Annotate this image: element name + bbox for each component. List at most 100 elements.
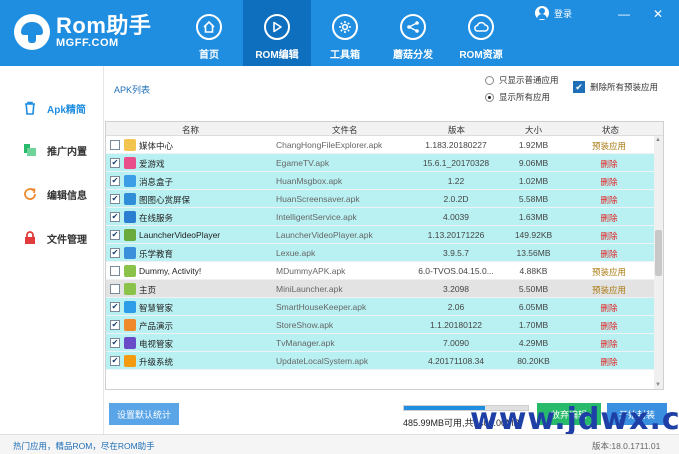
app-name: LauncherVideoPlayer — [139, 230, 221, 240]
table-row[interactable]: 电视管家 TvManager.apk 7.0090 4.29MB 删除 — [106, 334, 663, 352]
status[interactable]: 预装应用 — [584, 266, 634, 278]
row-checkbox[interactable] — [110, 356, 120, 366]
sidebar-item-apk-slim[interactable]: Apk精简 — [0, 94, 104, 122]
app-icon — [124, 283, 136, 295]
table-row[interactable]: 在线服务 IntelligentService.apk 4.0039 1.63MB 删除 — [106, 208, 663, 226]
nav-distribution[interactable]: 蘑菇分发 — [379, 0, 447, 66]
app-icon — [124, 265, 136, 277]
version: 2.0.2D — [443, 194, 469, 204]
status[interactable]: 删除 — [584, 212, 634, 224]
status[interactable]: 预装应用 — [584, 284, 634, 296]
status[interactable]: 删除 — [584, 248, 634, 260]
size: 1.63MB — [518, 212, 549, 222]
main-nav: 首页 ROM编辑 工具箱 蘑菇分发 ROM资源 — [175, 0, 515, 66]
version: 3.9.5.7 — [443, 248, 469, 258]
status[interactable]: 删除 — [584, 176, 634, 188]
header-file: 文件名 — [332, 125, 358, 135]
table-row[interactable]: 乐学教育 Lexue.apk 3.9.5.7 13.56MB 删除 — [106, 244, 663, 262]
status[interactable]: 删除 — [584, 158, 634, 170]
file-name: StoreShow.apk — [276, 320, 334, 330]
footer-slogan: 热门应用，精品ROM，尽在ROM助手 — [13, 441, 155, 451]
row-checkbox[interactable] — [110, 338, 120, 348]
row-checkbox[interactable] — [110, 284, 120, 294]
table-row[interactable]: 消息盒子 HuanMsgbox.apk 1.22 1.02MB 删除 — [106, 172, 663, 190]
radio-dot — [485, 75, 494, 85]
row-checkbox[interactable] — [110, 176, 120, 186]
table-row[interactable]: 爱游戏 EgameTV.apk 15.6.1_20170328 9.06MB 删除 — [106, 154, 663, 172]
row-checkbox[interactable] — [110, 212, 120, 222]
app-name: 主页 — [139, 285, 157, 295]
sidebar-item-label: 文件管理 — [47, 234, 87, 246]
size: 6.05MB — [518, 302, 549, 312]
nav-rom-resources[interactable]: ROM资源 — [447, 0, 515, 66]
table-row[interactable]: 图图心赏屏保 HuanScreensaver.apk 2.0.2D 5.58MB 删除 — [106, 190, 663, 208]
table-header: 名称 文件名 版本 大小 状态 — [106, 122, 663, 136]
user-icon — [535, 6, 549, 20]
table-row[interactable]: 智慧管家 SmartHouseKeeper.apk 2.06 6.05MB 删除 — [106, 298, 663, 316]
cloud-icon — [468, 14, 494, 40]
size: 149.92KB — [514, 230, 553, 240]
sidebar-item-edit-info[interactable]: 编辑信息 — [0, 180, 104, 208]
checkbox — [573, 81, 585, 93]
sidebar-item-promotion[interactable]: 推广内置 — [0, 136, 104, 164]
row-checkbox[interactable] — [110, 140, 120, 150]
apk-table: 名称 文件名 版本 大小 状态 媒体中心 ChangHongFileExplore… — [105, 121, 664, 390]
status[interactable]: 删除 — [584, 194, 634, 206]
header-status: 状态 — [602, 125, 620, 135]
radio-normal-apps[interactable]: 只显示普通应用 — [485, 74, 559, 86]
scroll-up-icon[interactable]: ▲ — [655, 137, 661, 143]
app-icon — [124, 301, 136, 313]
row-checkbox[interactable] — [110, 320, 120, 330]
file-name: IntelligentService.apk — [276, 212, 357, 222]
row-checkbox[interactable] — [110, 248, 120, 258]
table-row[interactable]: 产品演示 StoreShow.apk 1.1.20180122 1.70MB 删除 — [106, 316, 663, 334]
app-name: 乐学教育 — [139, 249, 174, 259]
main-panel: APK列表 只显示普通应用 显示所有应用 删除所有预装应用 名称 文件名 版本 … — [105, 66, 679, 434]
nav-toolbox[interactable]: 工具箱 — [311, 0, 379, 66]
scroll-down-icon[interactable]: ▼ — [655, 382, 661, 388]
status[interactable]: 删除 — [584, 356, 634, 368]
status[interactable]: 删除 — [584, 320, 634, 332]
sidebar-item-file-manager[interactable]: 文件管理 — [0, 224, 104, 252]
file-name: UpdateLocalSystem.apk — [276, 356, 369, 366]
version: 6.0-TVOS.04.15.0... — [418, 266, 494, 276]
file-name: Lexue.apk — [276, 248, 316, 258]
sidebar: Apk精简 推广内置 编辑信息 文件管理 — [0, 66, 104, 434]
mushroom-logo-icon — [14, 14, 50, 50]
push-icon — [24, 144, 36, 156]
row-checkbox[interactable] — [110, 302, 120, 312]
row-checkbox[interactable] — [110, 158, 120, 168]
status[interactable]: 删除 — [584, 230, 634, 242]
row-checkbox[interactable] — [110, 230, 120, 240]
watermark: www.jdwx.cn — [470, 402, 679, 437]
app-header: Rom助手 MGFF.COM 首页 ROM编辑 工具箱 蘑菇分发 ROM资源 登… — [0, 0, 679, 66]
scroll-thumb[interactable] — [655, 230, 662, 276]
app-name: 在线服务 — [139, 213, 174, 223]
file-name: LauncherVideoPlayer.apk — [276, 230, 373, 240]
vertical-scrollbar[interactable]: ▲ ▼ — [654, 136, 663, 389]
table-row[interactable]: LauncherVideoPlayer LauncherVideoPlayer.a… — [106, 226, 663, 244]
default-stats-button[interactable]: 设置默认统计 — [109, 403, 179, 425]
play-icon — [264, 14, 290, 40]
logo-subtitle: MGFF.COM — [56, 37, 119, 49]
nav-home[interactable]: 首页 — [175, 0, 243, 66]
table-row[interactable]: 主页 MiniLauncher.apk 3.2098 5.50MB 预装应用 — [106, 280, 663, 298]
row-checkbox[interactable] — [110, 194, 120, 204]
status[interactable]: 删除 — [584, 338, 634, 350]
nav-label: 首页 — [199, 50, 219, 61]
login-button[interactable]: 登录 — [535, 6, 572, 20]
minimize-button[interactable]: — — [618, 8, 630, 20]
nav-rom-edit[interactable]: ROM编辑 — [243, 0, 311, 66]
app-name: 消息盒子 — [139, 177, 174, 187]
close-button[interactable]: ✕ — [653, 8, 663, 20]
table-row[interactable]: 媒体中心 ChangHongFileExplorer.apk 1.183.20180… — [106, 136, 663, 154]
row-checkbox[interactable] — [110, 266, 120, 276]
table-row[interactable]: Dummy, Activity! MDummyAPK.apk 6.0-TVOS.04… — [106, 262, 663, 280]
lock-icon — [25, 231, 35, 244]
size: 1.92MB — [518, 140, 549, 150]
table-row[interactable]: 升级系统 UpdateLocalSystem.apk 4.20171108.34 80… — [106, 352, 663, 370]
status[interactable]: 预装应用 — [584, 140, 634, 152]
radio-all-apps[interactable]: 显示所有应用 — [485, 91, 550, 103]
status[interactable]: 删除 — [584, 302, 634, 314]
delete-preinstalled-checkbox[interactable]: 删除所有预装应用 — [573, 81, 658, 93]
